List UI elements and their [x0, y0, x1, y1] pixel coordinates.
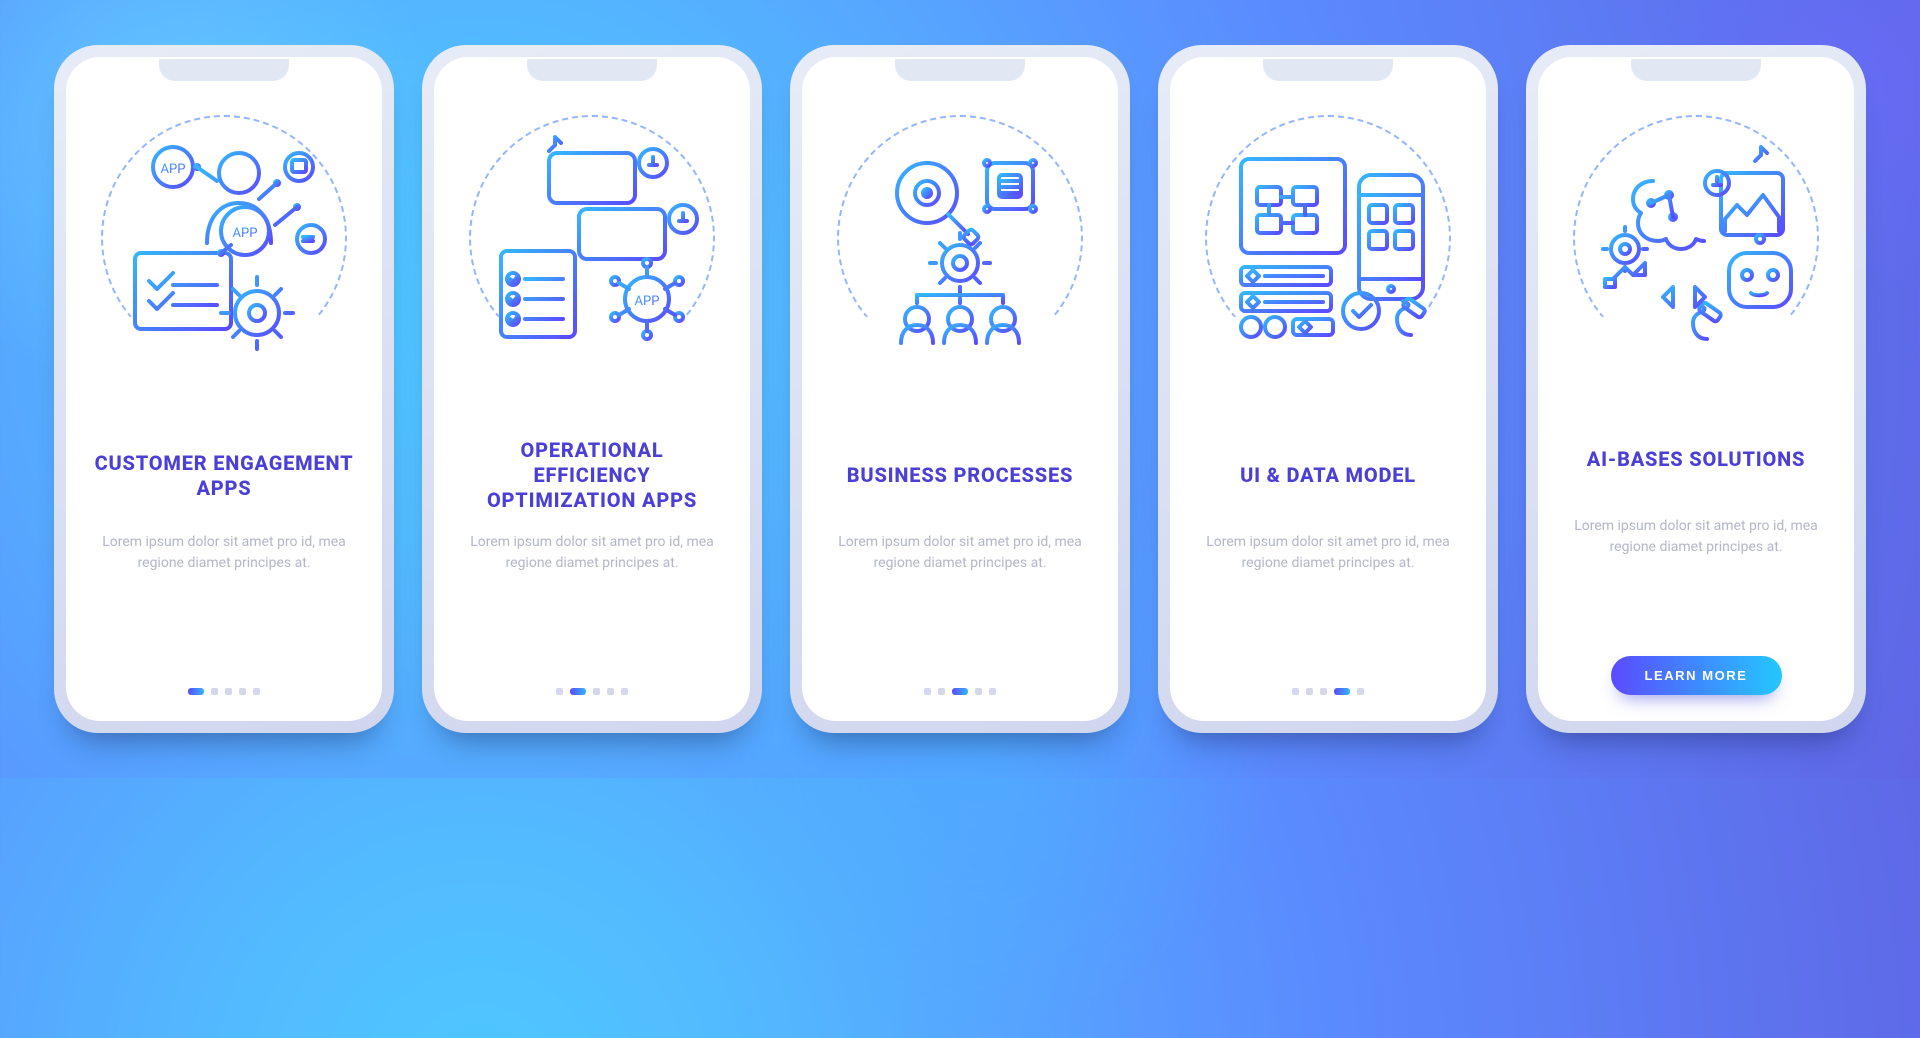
phone-mock-4: UI & DATA MODEL Lorem ipsum dolor sit am…	[1158, 45, 1498, 733]
dot-3[interactable]	[952, 688, 968, 695]
dot-5[interactable]	[989, 688, 996, 695]
dot-5[interactable]	[253, 688, 260, 695]
screen-title: UI & DATA MODEL	[1240, 438, 1416, 514]
phone-mock-3: BUSINESS PROCESSES Lorem ipsum dolor sit…	[790, 45, 1130, 733]
page-dots[interactable]	[188, 688, 260, 695]
dot-2[interactable]	[938, 688, 945, 695]
dot-4[interactable]	[239, 688, 246, 695]
svg-text:APP: APP	[635, 294, 660, 309]
screen-title: CUSTOMER ENGAGEMENT APPS	[94, 438, 354, 514]
screen-1[interactable]: APP APP CUSTOMER ENGAGEME	[66, 57, 382, 721]
dot-5[interactable]	[621, 688, 628, 695]
ai-based-solutions-icon	[1561, 103, 1831, 373]
page-dots[interactable]	[1292, 688, 1364, 695]
onboarding-row: APP APP CUSTOMER ENGAGEME	[0, 0, 1920, 778]
dot-1[interactable]	[924, 688, 931, 695]
screen-title: BUSINESS PROCESSES	[847, 438, 1073, 514]
dot-2[interactable]	[211, 688, 218, 695]
page-dots[interactable]	[556, 688, 628, 695]
screen-title: OPERATIONAL EFFICIENCY OPTIMIZATION APPS	[462, 438, 722, 514]
business-processes-icon	[825, 103, 1095, 373]
dot-3[interactable]	[225, 688, 232, 695]
dot-4[interactable]	[1334, 688, 1350, 695]
dot-1[interactable]	[1292, 688, 1299, 695]
dot-4[interactable]	[975, 688, 982, 695]
screen-4[interactable]: UI & DATA MODEL Lorem ipsum dolor sit am…	[1170, 57, 1486, 721]
dot-2[interactable]	[1306, 688, 1313, 695]
dot-1[interactable]	[188, 688, 204, 695]
phone-mock-1: APP APP CUSTOMER ENGAGEME	[54, 45, 394, 733]
screen-body: Lorem ipsum dolor sit amet pro id, mea r…	[1566, 516, 1826, 608]
learn-more-button[interactable]: LEARN MORE	[1611, 656, 1782, 695]
screen-3[interactable]: BUSINESS PROCESSES Lorem ipsum dolor sit…	[802, 57, 1118, 721]
customer-engagement-icon: APP APP	[89, 103, 359, 373]
screen-body: Lorem ipsum dolor sit amet pro id, mea r…	[462, 532, 722, 624]
phone-mock-5: AI-BASES SOLUTIONS Lorem ipsum dolor sit…	[1526, 45, 1866, 733]
svg-text:APP: APP	[161, 162, 186, 177]
dot-3[interactable]	[593, 688, 600, 695]
dot-3[interactable]	[1320, 688, 1327, 695]
dot-1[interactable]	[556, 688, 563, 695]
operational-efficiency-icon: APP	[457, 103, 727, 373]
screen-body: Lorem ipsum dolor sit amet pro id, mea r…	[1198, 532, 1458, 624]
page-dots[interactable]	[924, 688, 996, 695]
screen-2[interactable]: APP OPERATIONAL EFFICIENCY OPTIMIZATION …	[434, 57, 750, 721]
phone-mock-2: APP OPERATIONAL EFFICIENCY OPTIMIZATION …	[422, 45, 762, 733]
svg-text:APP: APP	[233, 226, 258, 241]
screen-body: Lorem ipsum dolor sit amet pro id, mea r…	[830, 532, 1090, 624]
dot-2[interactable]	[570, 688, 586, 695]
dot-4[interactable]	[607, 688, 614, 695]
screen-title: AI-BASES SOLUTIONS	[1587, 422, 1805, 498]
screen-5[interactable]: AI-BASES SOLUTIONS Lorem ipsum dolor sit…	[1538, 57, 1854, 721]
dot-5[interactable]	[1357, 688, 1364, 695]
ui-data-model-icon	[1193, 103, 1463, 373]
screen-body: Lorem ipsum dolor sit amet pro id, mea r…	[94, 532, 354, 624]
